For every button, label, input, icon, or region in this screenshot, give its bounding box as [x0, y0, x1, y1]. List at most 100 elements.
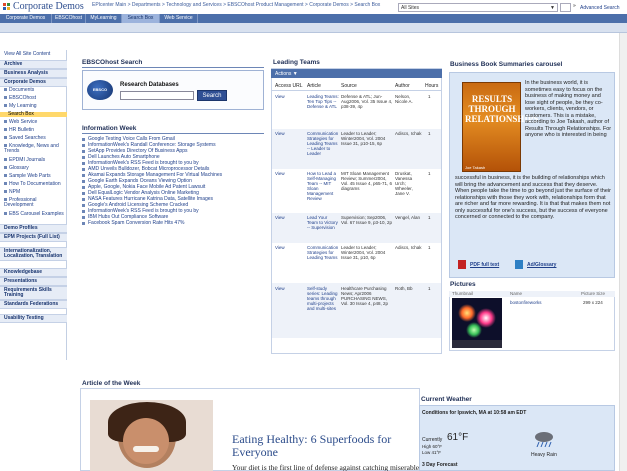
ebsco-logo-text: EBSCO [92, 87, 108, 92]
pic-col-size[interactable]: Picture Size [581, 291, 605, 296]
sidebar-item-how-to-documentation[interactable]: How To Documentation [0, 182, 67, 187]
vertical-scrollbar[interactable] [619, 33, 627, 471]
sidebar-item-search-box[interactable]: Search Box [0, 112, 67, 117]
sidebar-item-saved-searches[interactable]: Saved Searches [0, 136, 67, 141]
sidebar-item-npm[interactable]: NPM [0, 190, 67, 195]
heavy-rain-icon [535, 432, 553, 447]
sidebar-item-epm-projects[interactable]: EPM Projects (Full List) [0, 233, 67, 242]
col-header-access[interactable]: Access URL [275, 83, 303, 89]
sidebar-item-hr-bulletin[interactable]: HR Bulletin [0, 128, 67, 133]
col-header-hours[interactable]: Hours [425, 83, 438, 89]
pdf-full-text-link[interactable]: PDF full text [470, 262, 499, 268]
row-author: Roth, Bb [395, 286, 413, 291]
pic-col-name[interactable]: Name [510, 291, 522, 296]
sidebar-item-glossary[interactable]: Glossary [0, 166, 67, 171]
sidebar-item-professional-development[interactable]: Professional Development [0, 198, 67, 208]
row-article[interactable]: How to Lead a Self-Managing Team -- MIT … [307, 171, 339, 201]
weather-forecast-link[interactable]: 3 Day Forecast [422, 462, 458, 468]
sidebar-item-my-learning[interactable]: My Learning [0, 104, 67, 109]
site-scope-select[interactable]: All Sites ▼ [398, 3, 558, 12]
sidebar-item-sample-web-parts[interactable]: Sample Web Parts [0, 174, 67, 179]
sidebar-item-archive[interactable]: Archive [0, 60, 67, 69]
row-hours: 1 [428, 131, 431, 136]
row-author: Adiscs, Ichak [395, 245, 422, 250]
row-view-link[interactable]: View [275, 245, 285, 250]
sidebar-item-ebscohost[interactable]: EBSCOhost [0, 96, 67, 101]
pic-col-thumbnail[interactable]: Thumbnail [452, 291, 473, 296]
infoweek-rule [82, 133, 264, 134]
header-rule [272, 90, 441, 91]
col-header-source[interactable]: Source [341, 83, 357, 89]
research-search-button[interactable]: Search [197, 90, 227, 101]
row-view-link[interactable]: View [275, 286, 285, 291]
row-source: MIT Sloan Management Review; Summer2004,… [341, 171, 393, 191]
tab-web-service[interactable]: Web Service [160, 14, 198, 23]
tab-mylearning[interactable]: MyLearning [86, 14, 122, 23]
sidebar-item-epdmi-journals[interactable]: EPDMI Journals [0, 158, 67, 163]
site-title[interactable]: Corporate Demos [13, 1, 84, 12]
row-article[interactable]: Communication Strategies for Leading Tea… [307, 131, 339, 156]
row-article[interactable]: Leading Teams: Ten Top Tips -- Defense &… [307, 94, 339, 109]
glossary-icon [515, 260, 523, 269]
sidebar-item-web-service[interactable]: Web Service [0, 120, 67, 125]
article-week-title: Article of the Week [82, 380, 141, 387]
row-article[interactable]: Lead Your Team to Victory -- Supervision [307, 215, 339, 230]
tab-corporate-demos[interactable]: Corporate Demos [0, 14, 52, 23]
advanced-search-link[interactable]: Advanced Search [580, 5, 619, 11]
research-databases-label: Research Databases [120, 82, 179, 88]
sidebar-item-documents[interactable]: Documents [0, 88, 67, 93]
sidebar-item-usability-testing[interactable]: Usability Testing [0, 314, 67, 323]
news-item[interactable]: Facebook Spam Conversion Rate Hits 47% [81, 221, 184, 226]
glossary-link[interactable]: Ad/Glossary [527, 262, 556, 268]
book-summary-text-continued: successful in business, it is the buildi… [455, 175, 611, 220]
row-source: Leader to Leader; Winter2004, Vol. 2004 … [341, 245, 386, 260]
picture-name-link[interactable]: bostonfireworks [510, 300, 542, 305]
row-source: Defense & ATL; Jun-Aug2006, Vol. 35 Issu… [341, 94, 393, 109]
sidebar-item-demo-profiles[interactable]: Demo Profiles [0, 224, 67, 233]
sidebar-item-knowledge-news[interactable]: Knowledge, News and Trends [0, 144, 67, 154]
sidebar-item-presentations[interactable]: Presentations [0, 277, 67, 286]
sidebar-item-internationalization[interactable]: Internationalization, Localization, Tran… [0, 247, 67, 261]
col-header-article[interactable]: Article [307, 83, 321, 89]
sidebar-item-knowledgebase[interactable]: Knowledgebase [0, 268, 67, 277]
research-search-input[interactable] [120, 91, 194, 100]
row-author: Vengel, Alan [395, 215, 421, 220]
sidebar-item-business-analysis[interactable]: Business Analysis [0, 69, 67, 78]
row-hours: 1 [428, 171, 431, 176]
sidebar-item-standards-federations[interactable]: Standards Federations [0, 300, 67, 309]
row-author: Druskat, Vanessa Urch; Wheeler, Jane V. [395, 171, 413, 196]
row-view-link[interactable]: View [275, 94, 285, 99]
row-view-link[interactable]: View [275, 171, 285, 176]
book-cover-author: Joe Takash [465, 165, 486, 170]
row-view-link[interactable]: View [275, 215, 285, 220]
weather-conditions: Conditions for Ipswich, MA at 10:58 am E… [422, 410, 527, 416]
breadcrumb[interactable]: EPIcenter Main > Departments > Technolog… [92, 2, 380, 8]
fireworks-thumbnail[interactable] [452, 298, 502, 348]
site-search-input[interactable] [560, 3, 571, 12]
col-header-author[interactable]: Author [395, 83, 410, 89]
site-logo-icon [3, 3, 10, 10]
row-article[interactable]: Communication Strategies for Leading Tea… [307, 245, 339, 260]
site-scope-value: All Sites [401, 5, 420, 11]
ebsco-rule [82, 67, 264, 68]
chevron-down-icon: ▼ [550, 5, 555, 11]
article-photo[interactable] [90, 400, 213, 471]
sidebar: View All Site Content Archive Business A… [0, 50, 67, 360]
book-carousel-title: Business Book Summaries carousel [450, 61, 563, 68]
row-hours: 1 [428, 286, 431, 291]
weather-currently-label: Currently [422, 437, 443, 443]
weather-high: High 60°F [422, 444, 443, 449]
tab-search-box[interactable]: Search Box [122, 14, 160, 23]
sidebar-item-view-all[interactable]: View All Site Content [0, 52, 67, 57]
row-hours: 1 [428, 215, 431, 220]
tab-bar: Corporate Demos EBSCOhost MyLearning Sea… [0, 14, 627, 23]
row-view-link[interactable]: View [275, 131, 285, 136]
actions-menu[interactable]: Actions ▼ [275, 71, 298, 77]
sidebar-item-corporate-demos[interactable]: Corporate Demos [0, 78, 67, 87]
article-headline[interactable]: Eating Healthy: 6 Superfoods for Everyon… [232, 433, 412, 459]
tab-ebscohost[interactable]: EBSCOhost [52, 14, 86, 23]
sidebar-item-requirements-skills[interactable]: Requirements Skills Training [0, 286, 67, 300]
search-go-button[interactable]: » [573, 3, 576, 9]
row-article[interactable]: Self-study series: Leading teams through… [307, 286, 339, 311]
sidebar-item-ebs-carousel-examples[interactable]: EBS Carousel Examples [0, 212, 67, 217]
